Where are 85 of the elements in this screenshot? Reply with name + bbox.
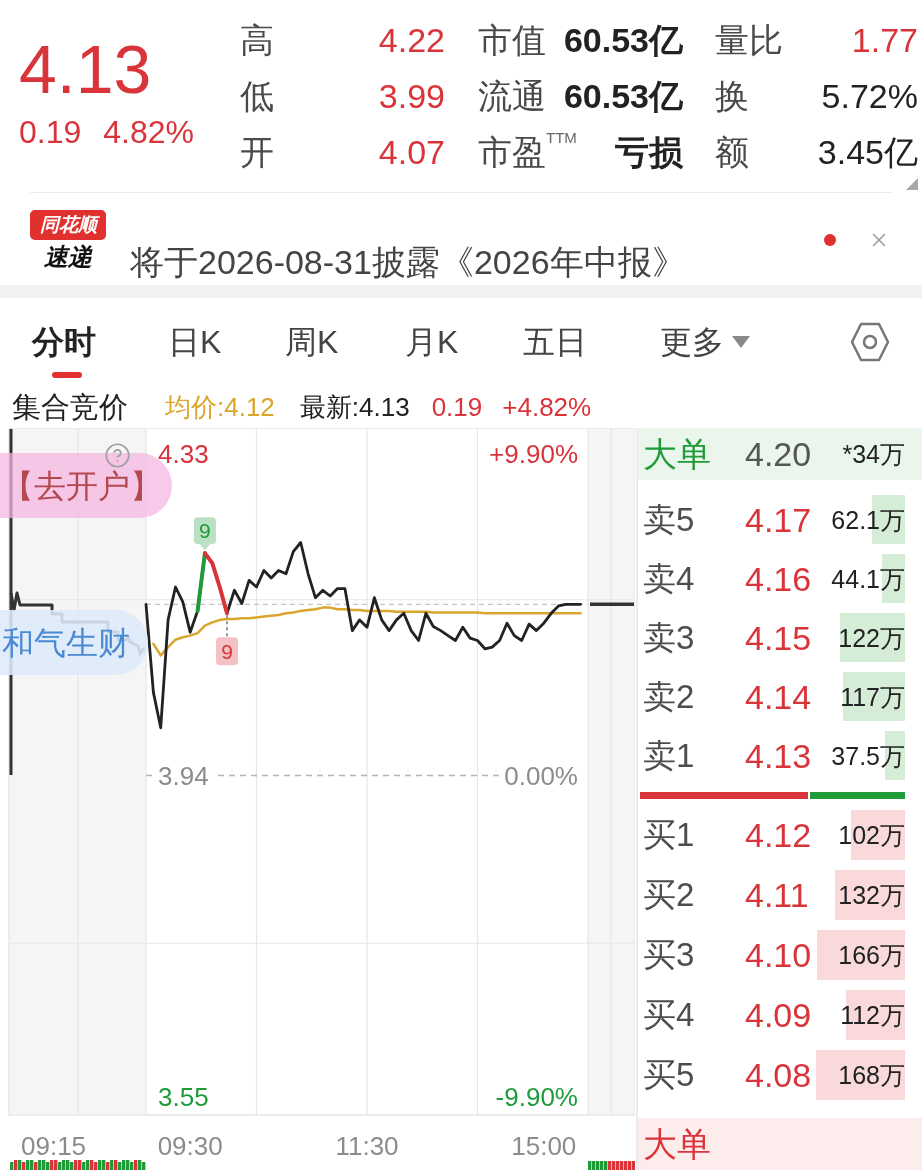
order-volume: 62.1万 — [831, 504, 905, 536]
order-volume: 122万 — [838, 622, 905, 654]
stat-label: 开 — [240, 132, 275, 172]
stat-value: 亏损 — [615, 132, 683, 172]
price-change: 0.19 — [431, 390, 483, 423]
tab[interactable]: 周K — [285, 298, 405, 385]
stat-label: 流通 — [478, 76, 546, 116]
time-axis-label: 15:00 — [511, 1131, 577, 1160]
time-axis-label: 09:30 — [157, 1131, 223, 1160]
order-level-label: 卖1 — [643, 735, 696, 776]
stat-value: 3.45亿 — [816, 132, 918, 172]
order-volume: 102万 — [838, 820, 905, 851]
stat-label: 市盈$^{TTM}$ — [478, 132, 577, 172]
tab[interactable]: 月K — [405, 298, 523, 385]
order-volume: 37.5万 — [831, 740, 905, 772]
big-order-label: 大单 — [643, 434, 712, 474]
order-level-label: 买1 — [643, 815, 696, 855]
stat-value: 4.07 — [377, 132, 445, 172]
last-price: 4.13 — [19, 35, 152, 103]
order-price: 4.12 — [745, 815, 812, 855]
order-price: 4.15 — [745, 617, 812, 658]
order-level-label: 卖4 — [643, 558, 696, 599]
stat-value: 60.53亿 — [563, 76, 683, 116]
price-change: 0.19 — [19, 114, 82, 150]
stat-label: 额 — [715, 132, 750, 172]
big-order-label: 大单 — [643, 1124, 711, 1164]
order-level-label: 买3 — [643, 935, 696, 975]
price-axis-label: 3.55 — [158, 1081, 209, 1112]
percent-axis-label: -9.90% — [495, 1081, 578, 1112]
average-price: 均价:4.12 — [165, 390, 275, 423]
time-axis-label: 11:30 — [335, 1131, 399, 1160]
stat-value: 3.99 — [377, 76, 445, 116]
order-volume: 44.1万 — [831, 563, 905, 595]
order-level-label: 卖5 — [643, 499, 696, 540]
corner-triangle-icon — [906, 178, 918, 190]
stat-value: 1.77 — [850, 20, 918, 60]
stat-value: 60.53亿 — [563, 20, 683, 60]
order-price: 4.14 — [745, 676, 812, 717]
order-price: 4.09 — [745, 995, 812, 1035]
percent-axis-label: +9.90% — [489, 439, 578, 470]
annotation: 9 — [221, 640, 233, 664]
big-order-price: 4.20 — [745, 434, 812, 474]
order-level-label: 买4 — [643, 995, 696, 1035]
tab[interactable]: 日K — [168, 298, 285, 385]
settings-icon[interactable] — [850, 321, 890, 362]
order-price: 4.16 — [745, 558, 812, 599]
stat-label: 市值 — [478, 20, 546, 60]
stat-label: 量比 — [715, 20, 784, 60]
stat-label: 换 — [715, 76, 750, 116]
percent-axis-label: 0.00% — [504, 760, 578, 791]
order-volume: 117万 — [840, 681, 905, 713]
order-level-label: 买2 — [643, 875, 696, 915]
order-level-label: 卖2 — [643, 676, 696, 717]
time-axis-label: 09:15 — [21, 1131, 87, 1160]
news-text[interactable]: 将于2026-08-31披露《2026年中报》 — [130, 242, 686, 282]
order-price: 4.08 — [745, 1055, 812, 1095]
fall-signal-line — [202, 551, 229, 616]
change-percent: 4.82% — [103, 114, 194, 150]
order-price: 4.10 — [745, 935, 812, 975]
tab[interactable]: 更多 — [660, 298, 850, 385]
order-level-label: 买5 — [643, 1055, 696, 1095]
order-volume: 166万 — [838, 940, 905, 971]
logo-text: 速递 — [44, 242, 92, 272]
tab[interactable]: 分时 — [32, 298, 168, 385]
order-price: 4.11 — [745, 875, 809, 915]
annotation: 9 — [199, 519, 211, 543]
order-price: 4.13 — [745, 735, 812, 776]
order-volume: 112万 — [840, 1000, 905, 1031]
price-axis-label: 3.94 — [158, 760, 209, 791]
order-price: 4.17 — [745, 499, 812, 540]
latest-price: 最新:4.13 — [299, 390, 410, 423]
tab[interactable]: 五日 — [523, 298, 660, 385]
help-icon[interactable] — [104, 442, 131, 469]
order-level-label: 卖3 — [643, 617, 696, 658]
order-volume: 168万 — [838, 1060, 905, 1091]
logo-badge: 同花顺 — [30, 210, 106, 240]
change-percent: +4.82% — [502, 390, 592, 423]
session-label: 集合竞价 — [12, 390, 128, 423]
big-order-volume: *34万 — [842, 439, 905, 470]
stat-value: 5.72% — [820, 76, 918, 116]
after-hours-line — [590, 602, 634, 607]
stat-value: 4.22 — [377, 20, 445, 60]
order-volume: 132万 — [838, 880, 905, 911]
stat-label: 高 — [240, 20, 275, 60]
stat-label: 低 — [240, 76, 275, 116]
